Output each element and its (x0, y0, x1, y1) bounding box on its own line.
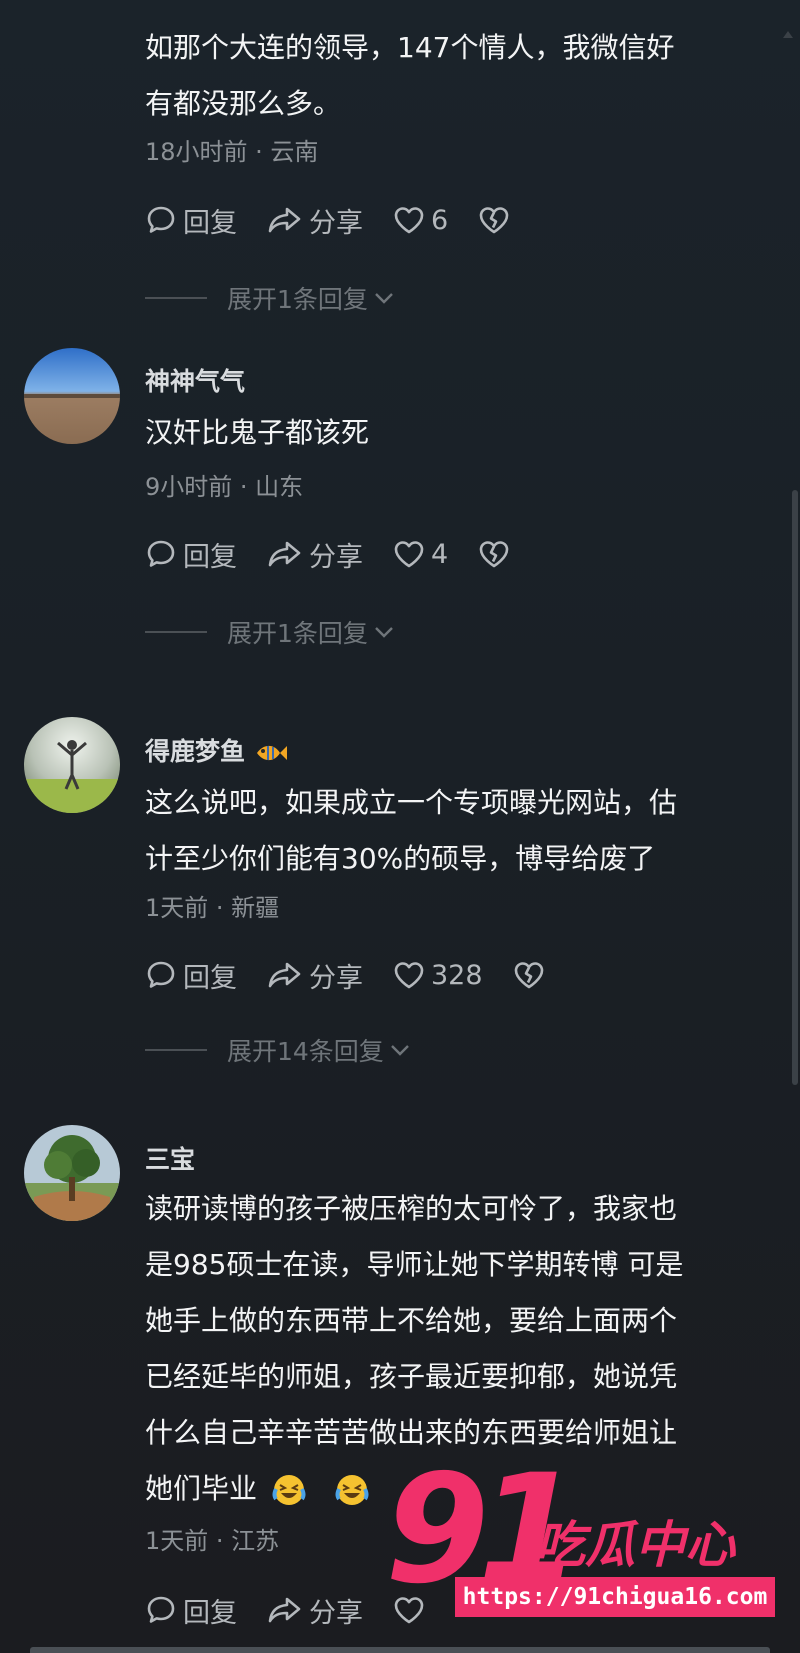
chevron-down-icon (390, 1045, 409, 1056)
reply-button[interactable]: 回复 (145, 201, 237, 240)
comment-actions: 回复 分享 4 (145, 534, 546, 574)
avatar[interactable] (24, 348, 120, 444)
comment-text: 这么说吧，如果成立一个专项曝光网站，估 计至少你们能有30%的硕导，博导给废了 (145, 775, 755, 887)
comment-text: 如那个大连的领导，147个情人，我微信好 有都没那么多。 (145, 20, 755, 132)
comment-bubble-icon (147, 961, 175, 988)
comment-text-line: 已经延毕的师姐，孩子最近要抑郁，她说凭 (145, 1360, 678, 1393)
like-button[interactable]: 6 (393, 205, 448, 236)
scroll-up-icon[interactable] (782, 28, 794, 40)
expand-label: 展开14条回复 (227, 1037, 384, 1066)
comment-actions: 回复 分享 328 (145, 955, 581, 995)
comment-text-fragment: 她们毕业 (145, 1472, 258, 1505)
comment-meta: 1天前 · 新疆 (145, 894, 280, 922)
like-count: 6 (431, 204, 449, 236)
expand-replies-button[interactable]: 展开1条回复 (145, 280, 396, 316)
comment-text-line: 她手上做的东西带上不给她，要给上面两个 (145, 1304, 678, 1337)
share-arrow-icon (268, 1597, 301, 1623)
bottom-bar (30, 1647, 770, 1653)
comment-actions: 回复 分享 6 (145, 200, 546, 240)
reply-label: 回复 (183, 962, 237, 994)
avatar[interactable] (24, 1125, 120, 1221)
like-count: 4 (431, 538, 449, 570)
crying-laughing-emoji (335, 1475, 369, 1505)
comment-meta: 9小时前 · 山东 (145, 473, 304, 501)
divider (145, 1049, 207, 1051)
comment-bubble-icon (147, 1596, 175, 1623)
watermark-logo-text: 吃瓜中心 (535, 1516, 735, 1574)
divider (145, 297, 207, 299)
dislike-button[interactable] (478, 205, 516, 235)
comment-text-line: 有都没那么多。 (145, 87, 342, 120)
share-button[interactable]: 分享 (267, 956, 363, 995)
username[interactable]: 得鹿梦鱼 (145, 732, 288, 768)
chevron-down-icon (375, 293, 393, 304)
chevron-down-icon (375, 627, 393, 638)
share-arrow-icon (268, 207, 301, 233)
heart-icon (394, 207, 424, 234)
comment-text-line: 如那个大连的领导，147个情人，我微信好 (145, 31, 675, 64)
heart-icon (394, 541, 424, 568)
like-button[interactable]: 328 (393, 960, 483, 991)
comment-bubble-icon (147, 206, 175, 233)
comment-text-line: 读研读博的孩子被压榨的太可怜了，我家也 (145, 1192, 678, 1225)
comment-text-line: 是985硕士在读，导师让她下学期转博 可是 (145, 1248, 684, 1281)
expand-label: 展开1条回复 (227, 619, 368, 648)
comment-meta: 1天前 · 江苏 (145, 1527, 280, 1555)
expand-label: 展开1条回复 (227, 285, 368, 314)
watermark: 91 吃瓜中心 https://91chigua16.com (385, 1455, 785, 1635)
comment-bubble-icon (147, 540, 175, 567)
share-button[interactable]: 分享 (267, 201, 363, 240)
share-label: 分享 (309, 962, 363, 994)
fish-emoji (256, 745, 287, 761)
expand-replies-button[interactable]: 展开14条回复 (145, 1032, 412, 1068)
share-label: 分享 (309, 207, 363, 239)
avatar[interactable] (24, 717, 120, 813)
like-count: 328 (431, 959, 483, 991)
comment-text-line: 汉奸比鬼子都该死 (145, 416, 370, 449)
expand-replies-button[interactable]: 展开1条回复 (145, 614, 396, 650)
scrollbar-thumb[interactable] (792, 490, 798, 1085)
share-label: 分享 (309, 1597, 363, 1629)
comment-meta: 18小时前 · 云南 (145, 138, 319, 166)
heart-icon (394, 962, 424, 989)
share-arrow-icon (268, 541, 301, 567)
broken-heart-icon (479, 541, 509, 568)
reply-label: 回复 (183, 1597, 237, 1629)
broken-heart-icon (514, 962, 543, 989)
reply-label: 回复 (183, 541, 237, 573)
comment-text-line: 这么说吧，如果成立一个专项曝光网站，估 (145, 786, 678, 819)
share-button[interactable]: 分享 (267, 535, 363, 574)
reply-label: 回复 (183, 207, 237, 239)
watermark-url: https://91chigua16.com (455, 1577, 775, 1617)
reply-button[interactable]: 回复 (145, 956, 237, 995)
username[interactable]: 神神气气 (145, 362, 245, 398)
dislike-button[interactable] (478, 539, 516, 569)
share-button[interactable]: 分享 (267, 1591, 363, 1630)
divider (145, 631, 207, 633)
username[interactable]: 三宝 (145, 1140, 195, 1176)
comment-text: 汉奸比鬼子都该死 (145, 405, 755, 461)
username-text: 得鹿梦鱼 (145, 737, 246, 766)
share-arrow-icon (268, 962, 301, 988)
share-label: 分享 (309, 541, 363, 573)
crying-laughing-emoji (272, 1475, 306, 1505)
reply-button[interactable]: 回复 (145, 535, 237, 574)
reply-button[interactable]: 回复 (145, 1591, 237, 1630)
broken-heart-icon (479, 207, 509, 234)
dislike-button[interactable] (513, 960, 551, 990)
like-button[interactable]: 4 (393, 539, 448, 570)
comment-text-line: 计至少你们能有30%的硕导，博导给废了 (145, 842, 656, 875)
